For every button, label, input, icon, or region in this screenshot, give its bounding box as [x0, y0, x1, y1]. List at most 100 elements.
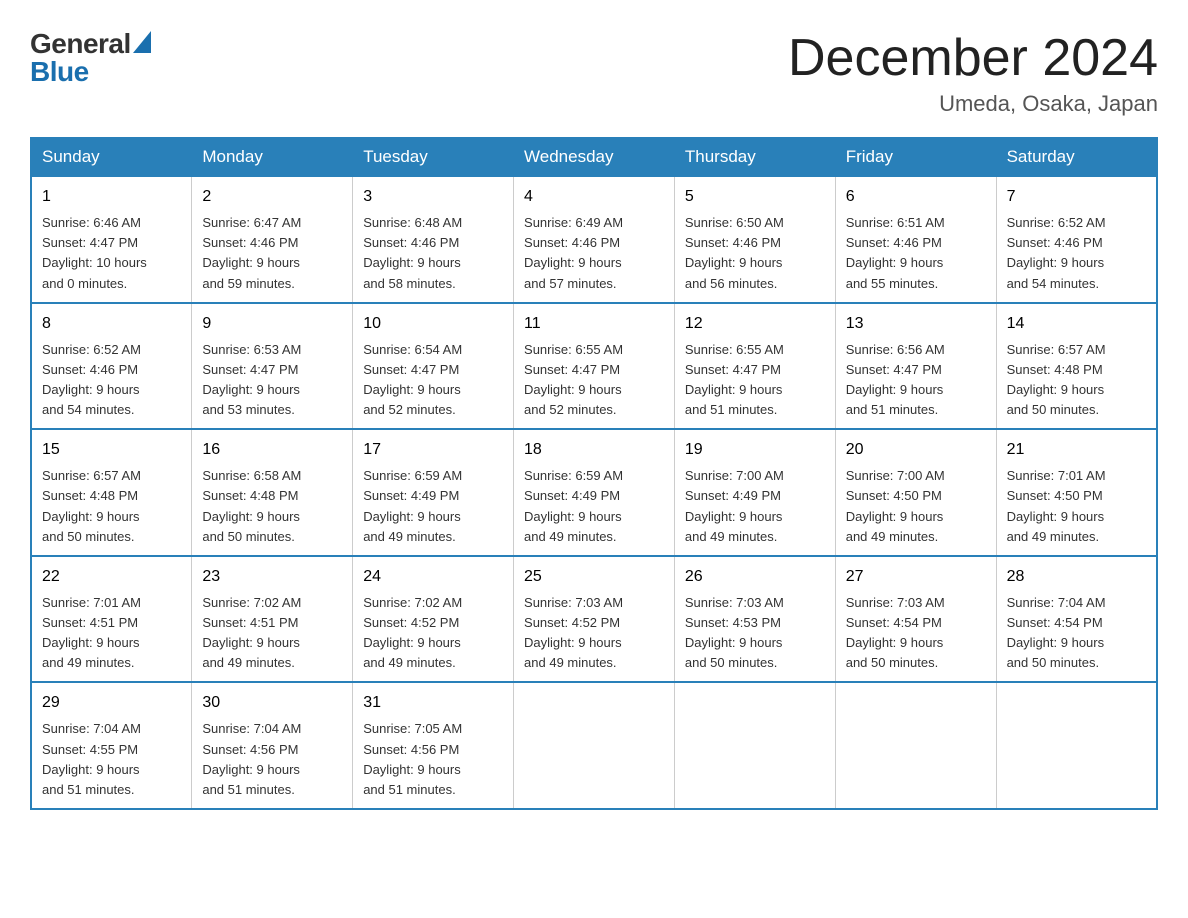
calendar-day-1: 1 Sunrise: 6:46 AMSunset: 4:47 PMDayligh…	[31, 176, 192, 303]
day-info: Sunrise: 6:51 AMSunset: 4:46 PMDaylight:…	[846, 215, 945, 290]
empty-cell	[514, 682, 675, 809]
day-number: 29	[42, 691, 181, 715]
day-number: 5	[685, 185, 825, 209]
calendar-day-21: 21 Sunrise: 7:01 AMSunset: 4:50 PMDaylig…	[996, 429, 1157, 556]
calendar-day-24: 24 Sunrise: 7:02 AMSunset: 4:52 PMDaylig…	[353, 556, 514, 683]
calendar-title: December 2024	[788, 30, 1158, 87]
calendar-day-18: 18 Sunrise: 6:59 AMSunset: 4:49 PMDaylig…	[514, 429, 675, 556]
day-info: Sunrise: 6:58 AMSunset: 4:48 PMDaylight:…	[202, 468, 301, 543]
calendar-day-26: 26 Sunrise: 7:03 AMSunset: 4:53 PMDaylig…	[674, 556, 835, 683]
calendar-week-3: 15 Sunrise: 6:57 AMSunset: 4:48 PMDaylig…	[31, 429, 1157, 556]
calendar-day-23: 23 Sunrise: 7:02 AMSunset: 4:51 PMDaylig…	[192, 556, 353, 683]
day-number: 17	[363, 438, 503, 462]
calendar-day-22: 22 Sunrise: 7:01 AMSunset: 4:51 PMDaylig…	[31, 556, 192, 683]
day-number: 30	[202, 691, 342, 715]
day-info: Sunrise: 6:55 AMSunset: 4:47 PMDaylight:…	[524, 342, 623, 417]
logo: General Blue	[30, 30, 151, 86]
day-info: Sunrise: 6:46 AMSunset: 4:47 PMDaylight:…	[42, 215, 147, 290]
day-info: Sunrise: 7:05 AMSunset: 4:56 PMDaylight:…	[363, 721, 462, 796]
day-number: 12	[685, 312, 825, 336]
day-info: Sunrise: 6:55 AMSunset: 4:47 PMDaylight:…	[685, 342, 784, 417]
calendar-day-20: 20 Sunrise: 7:00 AMSunset: 4:50 PMDaylig…	[835, 429, 996, 556]
title-section: December 2024 Umeda, Osaka, Japan	[788, 30, 1158, 117]
day-info: Sunrise: 7:04 AMSunset: 4:54 PMDaylight:…	[1007, 595, 1106, 670]
day-number: 22	[42, 565, 181, 589]
day-info: Sunrise: 6:57 AMSunset: 4:48 PMDaylight:…	[1007, 342, 1106, 417]
logo-text: General Blue	[30, 30, 151, 86]
calendar-day-25: 25 Sunrise: 7:03 AMSunset: 4:52 PMDaylig…	[514, 556, 675, 683]
day-number: 16	[202, 438, 342, 462]
day-info: Sunrise: 7:04 AMSunset: 4:55 PMDaylight:…	[42, 721, 141, 796]
day-info: Sunrise: 6:52 AMSunset: 4:46 PMDaylight:…	[1007, 215, 1106, 290]
day-info: Sunrise: 7:01 AMSunset: 4:50 PMDaylight:…	[1007, 468, 1106, 543]
day-number: 24	[363, 565, 503, 589]
day-number: 28	[1007, 565, 1146, 589]
calendar-day-31: 31 Sunrise: 7:05 AMSunset: 4:56 PMDaylig…	[353, 682, 514, 809]
calendar-day-27: 27 Sunrise: 7:03 AMSunset: 4:54 PMDaylig…	[835, 556, 996, 683]
calendar-day-29: 29 Sunrise: 7:04 AMSunset: 4:55 PMDaylig…	[31, 682, 192, 809]
day-info: Sunrise: 6:50 AMSunset: 4:46 PMDaylight:…	[685, 215, 784, 290]
calendar-day-8: 8 Sunrise: 6:52 AMSunset: 4:46 PMDayligh…	[31, 303, 192, 430]
day-number: 19	[685, 438, 825, 462]
day-info: Sunrise: 7:00 AMSunset: 4:50 PMDaylight:…	[846, 468, 945, 543]
day-info: Sunrise: 7:02 AMSunset: 4:52 PMDaylight:…	[363, 595, 462, 670]
day-number: 14	[1007, 312, 1146, 336]
calendar-table: SundayMondayTuesdayWednesdayThursdayFrid…	[30, 137, 1158, 810]
calendar-day-5: 5 Sunrise: 6:50 AMSunset: 4:46 PMDayligh…	[674, 176, 835, 303]
day-number: 11	[524, 312, 664, 336]
empty-cell	[674, 682, 835, 809]
day-header-saturday: Saturday	[996, 138, 1157, 176]
empty-cell	[835, 682, 996, 809]
day-number: 4	[524, 185, 664, 209]
day-info: Sunrise: 7:03 AMSunset: 4:52 PMDaylight:…	[524, 595, 623, 670]
day-number: 31	[363, 691, 503, 715]
day-info: Sunrise: 6:57 AMSunset: 4:48 PMDaylight:…	[42, 468, 141, 543]
calendar-day-30: 30 Sunrise: 7:04 AMSunset: 4:56 PMDaylig…	[192, 682, 353, 809]
page-header: General Blue December 2024 Umeda, Osaka,…	[30, 30, 1158, 117]
day-info: Sunrise: 7:02 AMSunset: 4:51 PMDaylight:…	[202, 595, 301, 670]
calendar-day-16: 16 Sunrise: 6:58 AMSunset: 4:48 PMDaylig…	[192, 429, 353, 556]
logo-triangle-icon	[133, 31, 151, 53]
calendar-day-15: 15 Sunrise: 6:57 AMSunset: 4:48 PMDaylig…	[31, 429, 192, 556]
day-header-sunday: Sunday	[31, 138, 192, 176]
calendar-day-7: 7 Sunrise: 6:52 AMSunset: 4:46 PMDayligh…	[996, 176, 1157, 303]
calendar-day-10: 10 Sunrise: 6:54 AMSunset: 4:47 PMDaylig…	[353, 303, 514, 430]
calendar-day-6: 6 Sunrise: 6:51 AMSunset: 4:46 PMDayligh…	[835, 176, 996, 303]
calendar-day-17: 17 Sunrise: 6:59 AMSunset: 4:49 PMDaylig…	[353, 429, 514, 556]
calendar-day-13: 13 Sunrise: 6:56 AMSunset: 4:47 PMDaylig…	[835, 303, 996, 430]
day-number: 20	[846, 438, 986, 462]
calendar-day-12: 12 Sunrise: 6:55 AMSunset: 4:47 PMDaylig…	[674, 303, 835, 430]
day-info: Sunrise: 6:48 AMSunset: 4:46 PMDaylight:…	[363, 215, 462, 290]
calendar-day-2: 2 Sunrise: 6:47 AMSunset: 4:46 PMDayligh…	[192, 176, 353, 303]
calendar-header-row: SundayMondayTuesdayWednesdayThursdayFrid…	[31, 138, 1157, 176]
calendar-day-3: 3 Sunrise: 6:48 AMSunset: 4:46 PMDayligh…	[353, 176, 514, 303]
day-number: 26	[685, 565, 825, 589]
day-header-tuesday: Tuesday	[353, 138, 514, 176]
calendar-day-28: 28 Sunrise: 7:04 AMSunset: 4:54 PMDaylig…	[996, 556, 1157, 683]
calendar-week-4: 22 Sunrise: 7:01 AMSunset: 4:51 PMDaylig…	[31, 556, 1157, 683]
empty-cell	[996, 682, 1157, 809]
day-number: 13	[846, 312, 986, 336]
day-info: Sunrise: 6:52 AMSunset: 4:46 PMDaylight:…	[42, 342, 141, 417]
day-info: Sunrise: 6:54 AMSunset: 4:47 PMDaylight:…	[363, 342, 462, 417]
day-number: 1	[42, 185, 181, 209]
day-number: 6	[846, 185, 986, 209]
day-info: Sunrise: 6:49 AMSunset: 4:46 PMDaylight:…	[524, 215, 623, 290]
day-number: 25	[524, 565, 664, 589]
calendar-subtitle: Umeda, Osaka, Japan	[788, 91, 1158, 117]
day-header-friday: Friday	[835, 138, 996, 176]
logo-general: General	[30, 30, 131, 58]
day-number: 15	[42, 438, 181, 462]
day-number: 21	[1007, 438, 1146, 462]
day-number: 2	[202, 185, 342, 209]
day-info: Sunrise: 7:01 AMSunset: 4:51 PMDaylight:…	[42, 595, 141, 670]
day-info: Sunrise: 7:03 AMSunset: 4:54 PMDaylight:…	[846, 595, 945, 670]
logo-blue: Blue	[30, 58, 151, 86]
calendar-day-9: 9 Sunrise: 6:53 AMSunset: 4:47 PMDayligh…	[192, 303, 353, 430]
day-number: 8	[42, 312, 181, 336]
day-number: 7	[1007, 185, 1146, 209]
day-number: 23	[202, 565, 342, 589]
day-number: 18	[524, 438, 664, 462]
day-number: 9	[202, 312, 342, 336]
day-info: Sunrise: 7:04 AMSunset: 4:56 PMDaylight:…	[202, 721, 301, 796]
